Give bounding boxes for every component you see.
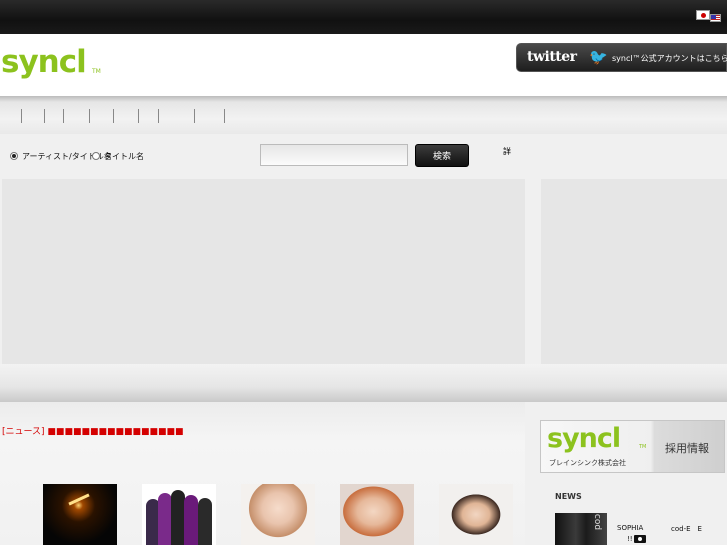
site-logo[interactable]: syncl	[1, 44, 87, 80]
news-box: NEWS SOPHIA cod-E E !!	[541, 478, 727, 545]
twitter-banner[interactable]: twitter 🐦 syncl™公式アカウントはこちら	[516, 43, 727, 72]
nav-separator	[21, 109, 22, 123]
nav-separator	[158, 109, 159, 123]
group-member-figure	[184, 495, 198, 545]
nav-separator	[44, 109, 45, 123]
news-item[interactable]: cod-E E	[671, 524, 702, 534]
nav-separator	[113, 109, 114, 123]
search-button[interactable]: 検索	[415, 144, 469, 167]
nav-separator	[194, 109, 195, 123]
group-member-figure	[198, 498, 212, 545]
group-member-figure	[171, 490, 185, 545]
nav-separator	[224, 109, 225, 123]
artist-thumbnail[interactable]	[43, 484, 117, 545]
search-bar: アーティスト/タイトル名 タイトル名 検索 詳	[0, 134, 727, 174]
nav-separator	[89, 109, 90, 123]
search-input[interactable]	[260, 144, 408, 166]
logo-trademark: TM	[92, 68, 101, 75]
sidebar-feature-area	[541, 179, 727, 364]
us-flag-icon[interactable]	[710, 14, 721, 22]
search-option-title-label[interactable]: タイトル名	[104, 151, 144, 162]
news-item[interactable]: SOPHIA	[617, 524, 643, 532]
site-header: syncl TM twitter 🐦 syncl™公式アカウントはこちら	[0, 34, 727, 96]
twitter-banner-text: syncl™公式アカウントはこちら	[612, 54, 727, 63]
recruit-label: 採用情報	[665, 442, 709, 455]
recruit-banner[interactable]: syncl TM ブレインシンク株式会社 採用情報	[540, 420, 725, 473]
section-divider	[0, 364, 727, 402]
twitter-wordmark: twitter	[527, 49, 577, 65]
advanced-search-link[interactable]: 詳	[503, 146, 511, 157]
artist-thumbnail[interactable]	[241, 484, 315, 545]
news-pickup-section: [ニュース] ■■■■■■■■■■■■■■■■	[0, 402, 525, 545]
feature-slideshow-area	[2, 179, 525, 364]
camera-icon	[634, 535, 646, 543]
search-option-title-radio[interactable]	[92, 152, 100, 160]
group-member-figure	[158, 493, 172, 545]
twitter-bird-icon: 🐦	[589, 48, 608, 66]
news-thumbnail[interactable]	[555, 513, 607, 545]
search-option-artist-radio[interactable]	[10, 152, 18, 160]
artist-thumbnail[interactable]	[439, 484, 513, 545]
nav-separator	[138, 109, 139, 123]
headline-link[interactable]: [ニュース] ■■■■■■■■■■■■■■■■	[2, 424, 184, 437]
recruit-logo: syncl	[547, 423, 621, 454]
nav-separator	[63, 109, 64, 123]
recruit-logo-trademark: TM	[639, 444, 647, 450]
main-nav	[0, 96, 727, 134]
artist-thumbnail[interactable]	[142, 484, 216, 545]
top-bar	[0, 0, 727, 34]
japan-flag-icon[interactable]	[696, 10, 710, 20]
recruit-company-name: ブレインシンク株式会社	[549, 459, 626, 467]
news-item[interactable]: !!	[627, 535, 633, 543]
news-title: NEWS	[555, 492, 582, 501]
artist-thumbnail[interactable]	[340, 484, 414, 545]
